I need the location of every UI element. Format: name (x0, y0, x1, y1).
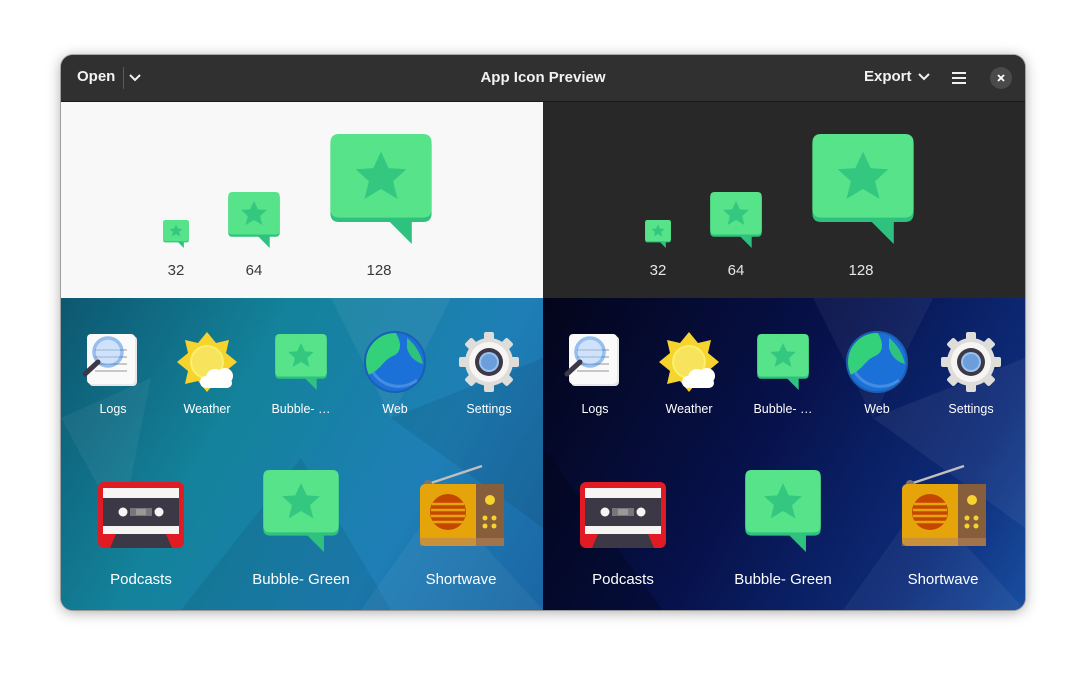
size-label-64: 64 (727, 262, 745, 279)
size-label-32: 32 (167, 262, 185, 279)
app-shortwave-large: Shortwave (900, 464, 986, 594)
close-button[interactable] (990, 67, 1012, 89)
open-button[interactable]: Open (77, 68, 115, 85)
main-menu-button[interactable] (952, 69, 972, 87)
app-weather: Weather (175, 330, 239, 420)
bubble-icon (757, 334, 809, 390)
export-label: Export (864, 68, 912, 85)
size-label-128: 128 (848, 262, 874, 279)
light-size-preview: 32 64 128 (61, 102, 543, 298)
app-bubble-large: Bubble- Green (734, 470, 832, 594)
app-label: Bubble- … (753, 402, 813, 416)
blue-background-grid: Logs Weather Bubble- … Web Settings Podca… (61, 298, 543, 610)
header-bar: Open App Icon Preview Export (61, 55, 1025, 102)
app-label: Podcasts (592, 571, 654, 588)
settings-icon (459, 332, 519, 392)
bubble-icon (263, 470, 339, 552)
app-settings: Settings (457, 330, 521, 420)
bubble-icon-128 (326, 134, 436, 244)
app-podcasts-large: Podcasts (580, 470, 666, 594)
app-label: Shortwave (907, 571, 979, 588)
app-bubble: Bubble- … (751, 330, 815, 420)
app-label: Shortwave (425, 571, 497, 588)
app-web: Web (845, 330, 909, 420)
bubble-icon-32 (162, 220, 190, 248)
weather-icon (659, 332, 719, 392)
bubble-icon-128 (808, 134, 918, 244)
app-logs: Logs (81, 330, 145, 420)
size-label-128: 128 (366, 262, 392, 279)
chevron-down-icon (129, 74, 141, 82)
app-window: Open App Icon Preview Export 32 64 128 3… (61, 55, 1025, 610)
close-icon (997, 74, 1005, 82)
app-logs: Logs (563, 330, 627, 420)
export-button[interactable]: Export (864, 68, 930, 85)
weather-icon (177, 332, 237, 392)
chevron-down-icon (917, 72, 930, 80)
app-bubble-large: Bubble- Green (252, 470, 350, 594)
size-label-32: 32 (649, 262, 667, 279)
button-separator (123, 67, 124, 89)
app-label: Settings (466, 402, 512, 416)
dark-size-preview: 32 64 128 (543, 102, 1025, 298)
app-label: Bubble- Green (252, 571, 350, 588)
web-icon (364, 331, 426, 393)
app-label: Bubble- Green (734, 571, 832, 588)
dark-background-grid: Logs Weather Bubble- … Web Settings Podca… (543, 298, 1025, 610)
podcasts-icon (580, 482, 666, 548)
app-label: Logs (581, 402, 609, 416)
hamburger-menu-icon (952, 72, 966, 84)
app-label: Settings (948, 402, 994, 416)
app-web: Web (363, 330, 427, 420)
app-label: Web (382, 402, 408, 416)
bubble-icon-64 (226, 192, 282, 248)
bubble-icon (275, 334, 327, 390)
podcasts-icon (98, 482, 184, 548)
web-icon (846, 331, 908, 393)
bubble-icon-64 (708, 192, 764, 248)
shortwave-icon (902, 464, 986, 546)
size-label-64: 64 (245, 262, 263, 279)
logs-icon (82, 334, 137, 386)
bubble-icon (745, 470, 821, 552)
app-shortwave-large: Shortwave (418, 464, 504, 594)
open-label: Open (77, 68, 116, 85)
app-podcasts-large: Podcasts (98, 470, 184, 594)
shortwave-icon (420, 464, 504, 546)
bubble-icon-32 (644, 220, 672, 248)
open-menu-button[interactable] (127, 68, 143, 88)
settings-icon (941, 332, 1001, 392)
app-label: Weather (665, 402, 713, 416)
logs-icon (564, 334, 619, 386)
app-label: Web (864, 402, 890, 416)
app-label: Bubble- … (271, 402, 331, 416)
app-label: Weather (183, 402, 231, 416)
app-settings: Settings (939, 330, 1003, 420)
app-bubble: Bubble- … (269, 330, 333, 420)
app-label: Podcasts (110, 571, 172, 588)
app-label: Logs (99, 402, 127, 416)
app-weather: Weather (657, 330, 721, 420)
